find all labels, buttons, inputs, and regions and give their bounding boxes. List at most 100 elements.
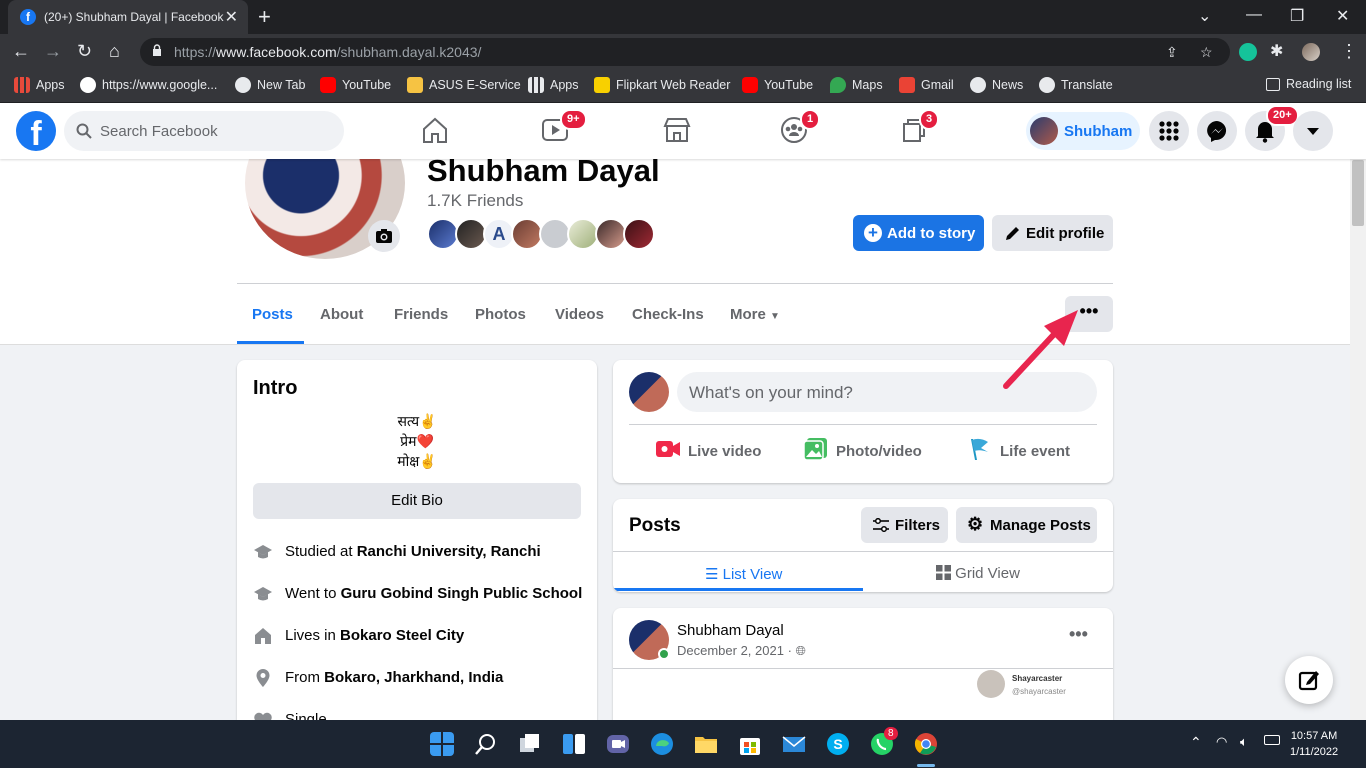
extensions-puzzle-icon[interactable]: ✱ — [1270, 41, 1283, 61]
active-view-indicator — [613, 588, 863, 591]
grammarly-extension-icon[interactable] — [1239, 43, 1257, 61]
friend-avatar[interactable] — [623, 218, 655, 250]
bookmark-youtube[interactable]: YouTube — [320, 77, 391, 93]
post-author[interactable]: Shubham Dayal — [677, 622, 784, 639]
account-button[interactable] — [1293, 111, 1333, 151]
marketplace-nav-icon[interactable] — [662, 115, 692, 145]
edit-bio-button[interactable]: Edit Bio — [253, 483, 581, 519]
new-tab-icon[interactable]: + — [258, 4, 271, 30]
bookmark-asus[interactable]: ASUS E-Service — [407, 77, 521, 93]
address-bar[interactable]: https://www.facebook.com/shubham.dayal.k… — [140, 38, 1230, 66]
profile-shortcut-button[interactable]: Shubham — [1026, 112, 1140, 150]
search-taskbar-icon[interactable] — [474, 732, 498, 756]
skype-icon[interactable]: S — [826, 732, 850, 756]
chrome-icon[interactable] — [914, 732, 938, 756]
tab-friends[interactable]: Friends — [394, 306, 448, 323]
facebook-logo-icon[interactable]: f — [16, 111, 56, 151]
edge-icon[interactable] — [650, 732, 674, 756]
bookmark-maps[interactable]: Maps — [830, 77, 883, 93]
home-icon[interactable]: ⌂ — [109, 41, 120, 62]
tab-more[interactable]: More ▼ — [730, 306, 780, 323]
search-input[interactable]: Search Facebook — [64, 111, 344, 151]
bookmark-gmail[interactable]: Gmail — [899, 77, 954, 93]
tab-search-icon[interactable]: ⌄ — [1198, 6, 1211, 26]
microsoft-store-icon[interactable] — [738, 732, 762, 756]
edit-profile-button[interactable]: Edit profile — [992, 215, 1113, 251]
back-icon[interactable]: ← — [12, 41, 30, 62]
tab-posts[interactable]: Posts — [252, 306, 293, 323]
scrollbar-thumb[interactable] — [1352, 160, 1364, 226]
tab-photos[interactable]: Photos — [475, 306, 526, 323]
bookmark-apps-2[interactable]: Apps — [528, 77, 579, 93]
bookmark-translate[interactable]: Translate — [1039, 77, 1113, 93]
bookmark-youtube-2[interactable]: YouTube — [742, 77, 813, 93]
wifi-icon[interactable]: ◠ — [1216, 734, 1227, 750]
system-clock[interactable]: 10:57 AM 1/11/2022 — [1290, 728, 1338, 760]
bookmark-star-icon[interactable]: ☆ — [1200, 44, 1213, 61]
bookmark-new-tab[interactable]: New Tab — [235, 77, 305, 93]
photo-video-label: Photo/video — [836, 443, 922, 460]
divider — [613, 668, 1113, 669]
browser-tab[interactable]: f (20+) Shubham Dayal | Facebook ✕ — [8, 0, 248, 34]
bookmark-label: Apps — [550, 78, 579, 92]
profile-avatar-icon[interactable] — [1302, 43, 1320, 61]
pencil-icon — [1006, 227, 1019, 240]
grid-view-tab[interactable]: Grid View — [936, 565, 1020, 582]
menu-button[interactable] — [1149, 111, 1189, 151]
post-date-text: December 2, 2021 · — [677, 643, 796, 658]
add-to-story-button[interactable]: + Add to story — [853, 215, 984, 251]
update-picture-button[interactable] — [368, 220, 400, 252]
mail-icon[interactable] — [782, 732, 806, 756]
bookmark-news[interactable]: News — [970, 77, 1023, 93]
gmail-icon — [899, 77, 915, 93]
active-tab-indicator — [237, 341, 304, 344]
gear-icon: ⚙ — [967, 514, 984, 534]
avatar[interactable] — [629, 372, 669, 412]
widgets-icon[interactable] — [562, 732, 586, 756]
minimize-icon[interactable]: — — [1246, 6, 1262, 24]
new-message-button[interactable] — [1285, 656, 1333, 704]
filters-button[interactable]: Filters — [861, 507, 948, 543]
globe-icon — [235, 77, 251, 93]
list-view-tab[interactable]: ☰ List View — [705, 565, 782, 583]
chrome-menu-icon[interactable]: ⋮ — [1340, 41, 1358, 62]
friends-count[interactable]: 1.7K Friends — [427, 191, 523, 211]
post-card: Shubham Dayal December 2, 2021 · 🌐︎ ••• … — [613, 608, 1113, 738]
manage-posts-button[interactable]: ⚙ Manage Posts — [956, 507, 1097, 543]
post-date[interactable]: December 2, 2021 · 🌐︎ — [677, 643, 806, 659]
reading-list[interactable]: Reading list — [1266, 77, 1351, 91]
task-view-icon[interactable] — [518, 732, 542, 756]
file-explorer-icon[interactable] — [694, 732, 718, 756]
windows-start-icon[interactable] — [430, 732, 454, 756]
messenger-button[interactable] — [1197, 111, 1237, 151]
bookmark-google[interactable]: https://www.google... — [80, 77, 217, 93]
close-tab-icon[interactable]: ✕ — [225, 7, 238, 27]
online-status-dot — [658, 648, 670, 660]
close-window-icon[interactable]: ✕ — [1336, 6, 1349, 26]
tab-check-ins[interactable]: Check-Ins — [632, 306, 704, 323]
annotation-arrow — [1003, 310, 1078, 389]
volume-icon[interactable]: 🔈︎ — [1240, 734, 1248, 750]
reload-icon[interactable]: ↻ — [77, 41, 92, 62]
post-options-icon[interactable]: ••• — [1069, 624, 1088, 645]
apps-grid-icon — [14, 77, 30, 93]
teams-chat-icon[interactable] — [606, 732, 630, 756]
restore-icon[interactable]: ❐ — [1290, 6, 1304, 26]
gaming-badge: 3 — [919, 109, 940, 130]
location-pin-icon — [256, 669, 270, 687]
posts-title: Posts — [629, 515, 681, 536]
forward-icon[interactable]: → — [44, 41, 62, 62]
bookmark-label: Maps — [852, 78, 883, 92]
bookmark-flipkart[interactable]: Flipkart Web Reader — [594, 77, 730, 93]
whatsapp-badge: 8 — [884, 727, 898, 740]
tab-about[interactable]: About — [320, 306, 363, 323]
chevron-up-icon[interactable]: ⌃ — [1190, 734, 1202, 751]
lock-icon — [153, 44, 161, 56]
page-scrollbar[interactable] — [1350, 159, 1366, 720]
caret-down-icon: ▼ — [770, 311, 780, 322]
tab-videos[interactable]: Videos — [555, 306, 604, 323]
battery-icon[interactable] — [1264, 735, 1280, 745]
home-nav-icon[interactable] — [420, 115, 450, 145]
share-icon[interactable]: ⇪ — [1166, 44, 1178, 61]
bookmark-apps[interactable]: Apps — [14, 77, 65, 93]
